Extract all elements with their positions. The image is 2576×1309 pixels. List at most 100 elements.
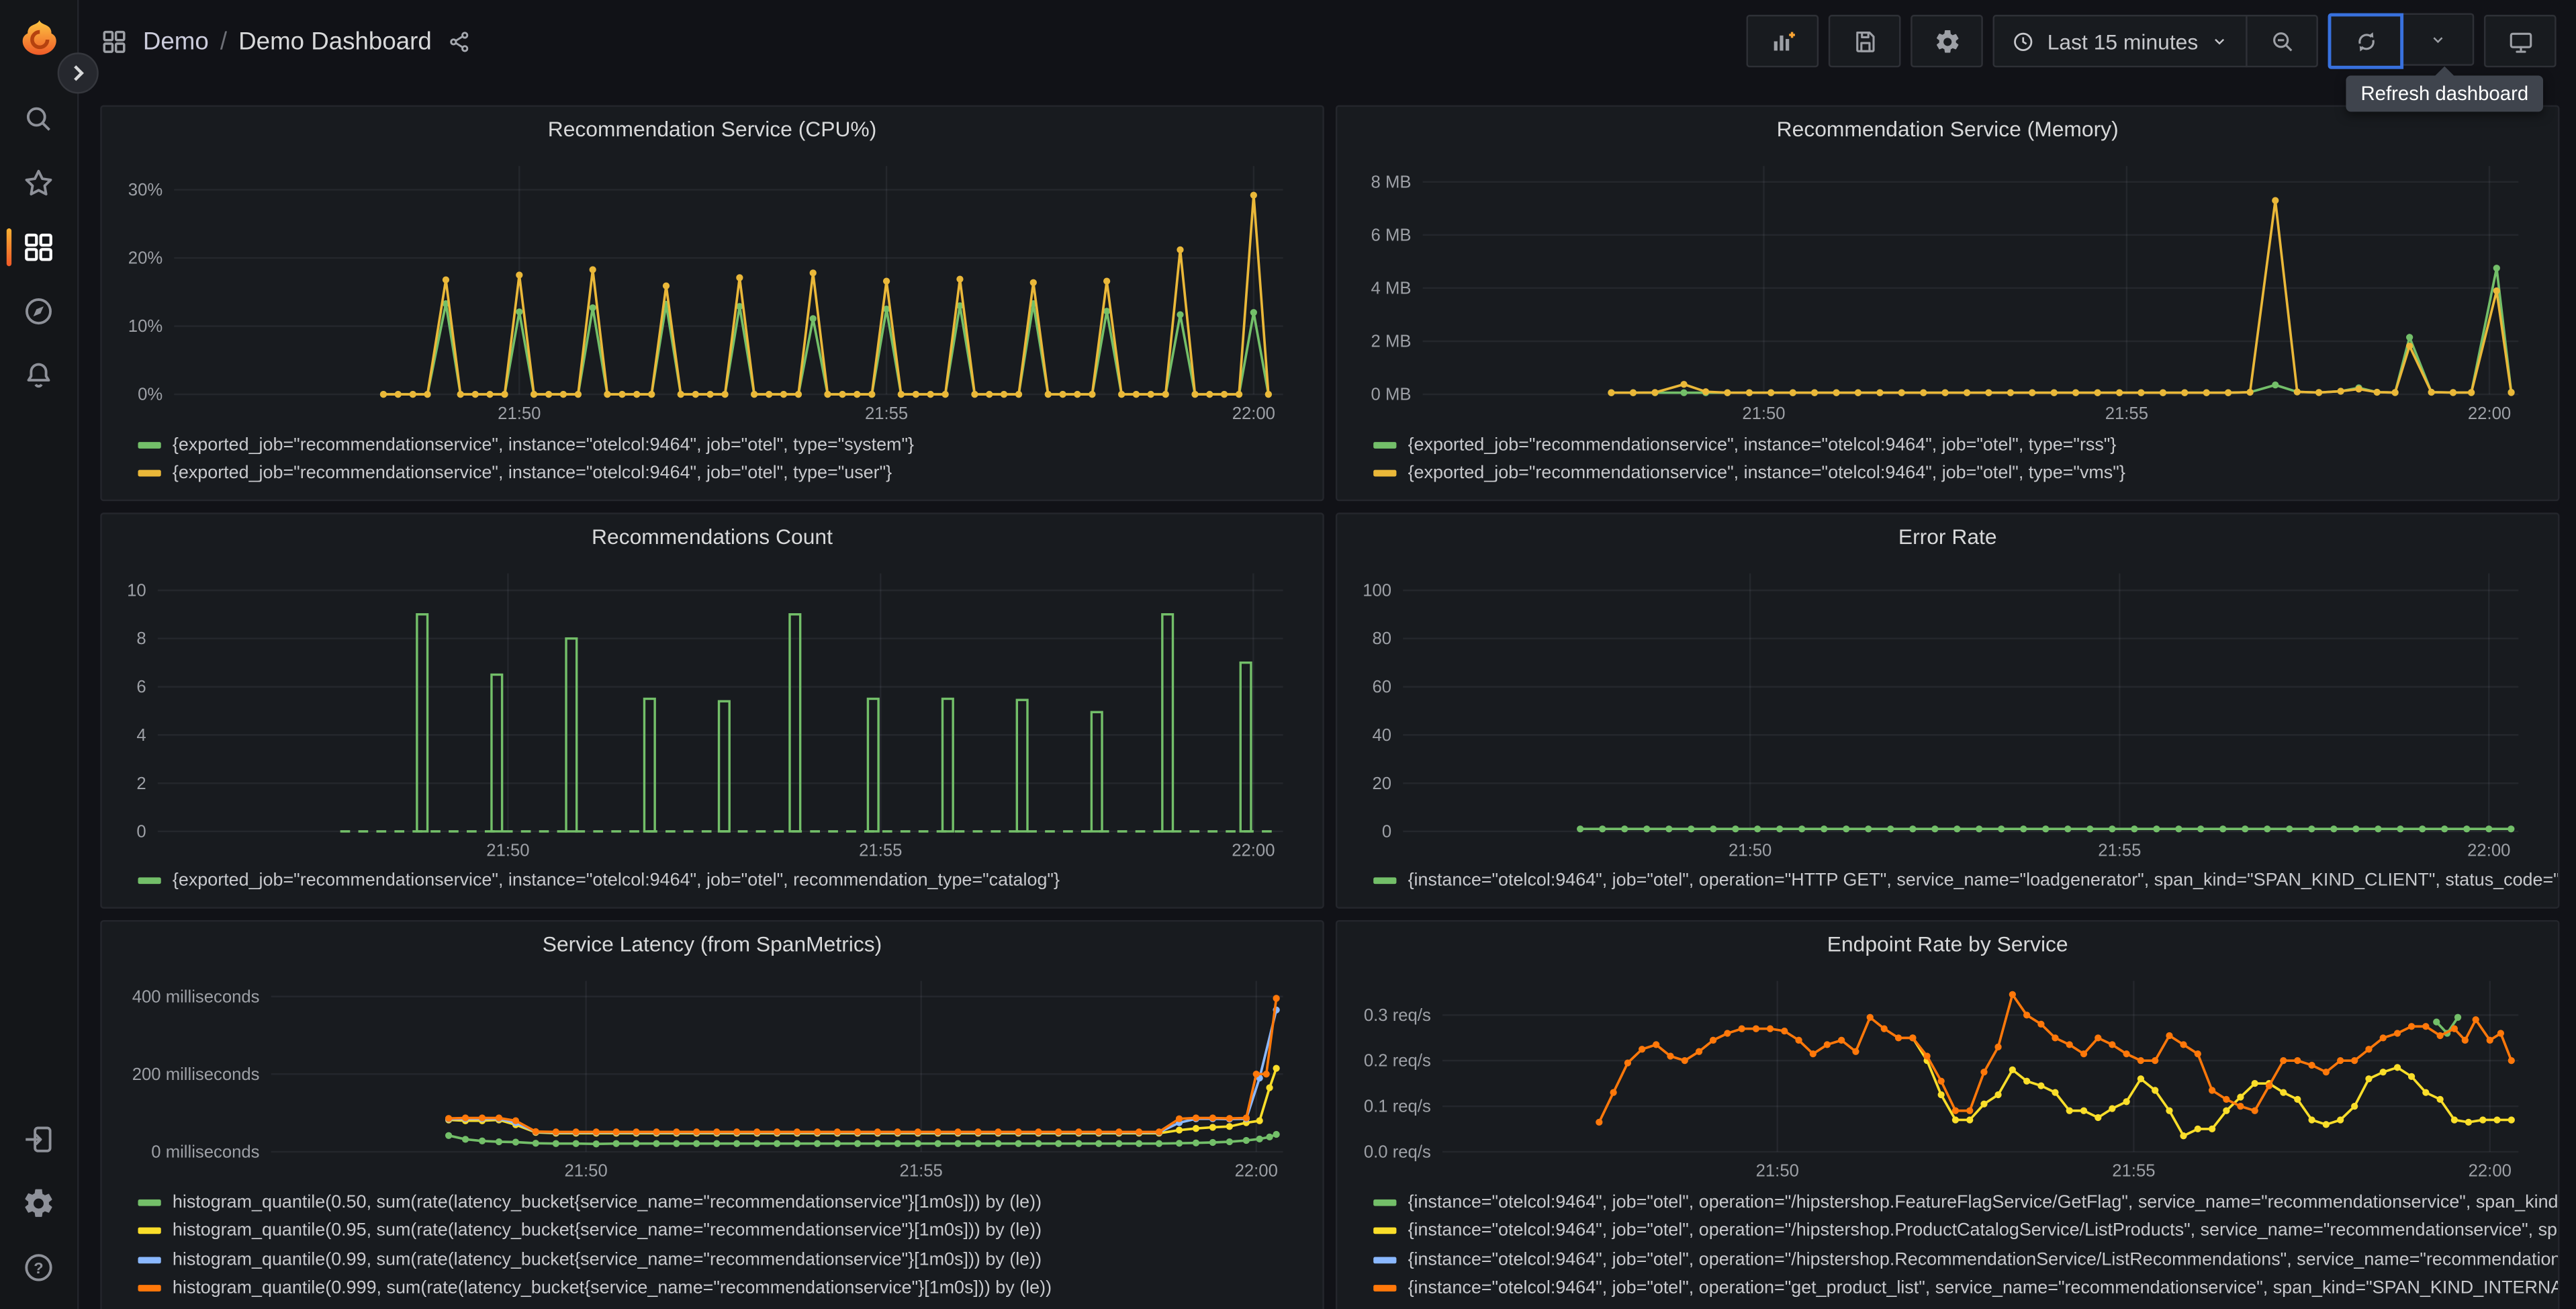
svg-text:21:55: 21:55 xyxy=(2112,1162,2155,1181)
svg-text:21:50: 21:50 xyxy=(1729,842,1772,860)
panel-memory: Recommendation Service (Memory) 21:50 21:… xyxy=(1335,105,2560,502)
legend-item[interactable]: {instance="otelcol:9464", job="otel", op… xyxy=(1373,1188,2558,1217)
recommendations-count-legend: {exported_job="recommendationservice", i… xyxy=(102,864,1323,907)
sidebar-expand-button[interactable] xyxy=(57,52,99,94)
svg-text:0 MB: 0 MB xyxy=(1371,386,1412,404)
error-rate-chart[interactable]: 21:50 21:55 22:00 0 20 40 60 80 100 xyxy=(1350,557,2545,863)
svg-text:0: 0 xyxy=(136,822,146,841)
legend-swatch xyxy=(138,1228,161,1234)
time-controls-group: Last 15 minutes xyxy=(1993,15,2318,68)
legend-item[interactable]: {exported_job="recommendationservice", i… xyxy=(1373,459,2544,488)
svg-text:21:50: 21:50 xyxy=(1742,404,1785,423)
legend-item[interactable]: histogram_quantile(0.95, sum(rate(latenc… xyxy=(138,1217,1309,1246)
svg-text:0.1 req/s: 0.1 req/s xyxy=(1364,1097,1431,1116)
service-latency-legend: histogram_quantile(0.50, sum(rate(latenc… xyxy=(102,1185,1323,1309)
legend-item[interactable]: {exported_job="recommendationservice", i… xyxy=(138,431,1309,459)
time-range-picker[interactable]: Last 15 minutes xyxy=(1993,15,2248,68)
breadcrumb-dashboard[interactable]: Demo Dashboard xyxy=(238,27,432,55)
legend-item[interactable]: {instance="otelcol:9464", job="otel", op… xyxy=(1373,1274,2558,1303)
svg-text:21:50: 21:50 xyxy=(1756,1162,1799,1181)
sidebar-item-starred[interactable] xyxy=(0,151,77,215)
panel-title[interactable]: Service Latency (from SpanMetrics) xyxy=(102,921,1323,964)
cycle-view-mode-button[interactable] xyxy=(2483,15,2557,68)
time-range-label: Last 15 minutes xyxy=(2047,28,2199,54)
panel-title[interactable]: Recommendation Service (CPU%) xyxy=(102,107,1323,150)
share-icon[interactable] xyxy=(447,29,471,54)
svg-text:100: 100 xyxy=(1363,582,1391,600)
save-dashboard-button[interactable] xyxy=(1829,15,1902,68)
dashboard-grid: Recommendation Service (CPU%) 21:50 21:55… xyxy=(79,82,2576,1309)
cpu-chart[interactable]: 21:50 21:55 22:00 0% 10% 20% 30% xyxy=(115,150,1309,427)
legend-item[interactable]: {instance="otelcol:9464", job="otel", op… xyxy=(1373,1245,2558,1274)
chart-svg: 21:50 21:55 22:00 0 20 40 60 80 100 xyxy=(1363,573,2519,860)
sidebar-item-explore[interactable] xyxy=(0,279,77,343)
dashboard-settings-button[interactable] xyxy=(1911,15,1984,68)
breadcrumb-separator: / xyxy=(220,27,228,55)
legend-item[interactable]: {exported_job="recommendationservice", i… xyxy=(138,459,1309,488)
memory-chart[interactable]: 21:50 21:55 22:00 0 MB 2 MB 4 MB 6 MB 8 MB xyxy=(1350,150,2545,427)
panel-title[interactable]: Recommendations Count xyxy=(102,514,1323,557)
refresh-tooltip: Refresh dashboard xyxy=(2346,66,2544,112)
legend-item[interactable]: histogram_quantile(0.99, sum(rate(latenc… xyxy=(138,1245,1309,1274)
sidebar-item-dashboards[interactable] xyxy=(0,215,77,279)
legend-item[interactable]: {exported_job="recommendationservice", i… xyxy=(1373,431,2544,459)
svg-text:400 milliseconds: 400 milliseconds xyxy=(132,987,260,1006)
dashboards-grid-icon xyxy=(100,27,128,55)
panel-title[interactable]: Recommendation Service (Memory) xyxy=(1337,107,2558,150)
svg-text:21:50: 21:50 xyxy=(498,404,541,423)
svg-text:22:00: 22:00 xyxy=(1232,404,1275,423)
refresh-interval-dropdown[interactable] xyxy=(2401,13,2475,66)
svg-text:21:50: 21:50 xyxy=(486,842,529,860)
grafana-app: ? Demo / Demo Dashboard Last 15 minutes … xyxy=(0,0,2576,1309)
svg-text:0 milliseconds: 0 milliseconds xyxy=(151,1142,259,1161)
svg-text:2 MB: 2 MB xyxy=(1371,332,1412,351)
svg-text:4: 4 xyxy=(136,726,146,745)
panel-title[interactable]: Endpoint Rate by Service xyxy=(1337,921,2558,964)
legend-item[interactable]: histogram_quantile(0.999, sum(rate(laten… xyxy=(138,1274,1309,1303)
svg-text:6 MB: 6 MB xyxy=(1371,226,1412,244)
legend-item[interactable]: histogram_quantile(0.50, sum(rate(latenc… xyxy=(138,1188,1309,1217)
svg-text:8 MB: 8 MB xyxy=(1371,173,1412,191)
legend-label: {instance="otelcol:9464", job="otel", op… xyxy=(1408,1278,2559,1299)
panel-title[interactable]: Error Rate xyxy=(1337,514,2558,557)
svg-text:22:00: 22:00 xyxy=(1235,1162,1278,1181)
endpoint-rate-legend: {instance="otelcol:9464", job="otel", op… xyxy=(1337,1185,2558,1309)
legend-label: histogram_quantile(0.50, sum(rate(latenc… xyxy=(172,1192,1042,1212)
error-rate-legend: {instance="otelcol:9464", job="otel", op… xyxy=(1337,864,2558,907)
chart-svg: 21:50 21:55 22:00 0 2 4 6 8 10 xyxy=(127,573,1283,860)
sidebar-item-alerting[interactable] xyxy=(0,343,77,407)
breadcrumb-folder[interactable]: Demo xyxy=(143,27,209,55)
panel-cpu: Recommendation Service (CPU%) 21:50 21:55… xyxy=(100,105,1324,502)
sidebar-item-search[interactable] xyxy=(0,87,77,151)
legend-label: {exported_job="recommendationservice", i… xyxy=(172,871,1060,891)
service-latency-chart[interactable]: 21:50 21:55 22:00 0 milliseconds 200 millise… xyxy=(115,964,1309,1185)
zoom-out-button[interactable] xyxy=(2246,15,2318,68)
sidebar-top-group xyxy=(0,87,77,408)
recommendations-count-chart[interactable]: 21:50 21:55 22:00 0 2 4 6 8 10 xyxy=(115,557,1309,863)
svg-text:0.2 req/s: 0.2 req/s xyxy=(1364,1052,1431,1071)
svg-text:21:55: 21:55 xyxy=(900,1162,943,1181)
svg-text:0: 0 xyxy=(1382,822,1391,841)
legend-item[interactable]: {exported_job="recommendationservice", i… xyxy=(138,866,1309,895)
endpoint-rate-chart[interactable]: 21:50 21:55 22:00 0.0 req/s 0.1 req/s 0.2 req… xyxy=(1350,964,2545,1185)
legend-item[interactable]: {instance="otelcol:9464", job="otel", op… xyxy=(1373,866,2558,895)
svg-text:21:55: 21:55 xyxy=(2098,842,2141,860)
grafana-logo-icon[interactable] xyxy=(17,18,60,61)
refresh-dashboard-button[interactable] xyxy=(2328,13,2404,69)
legend-swatch xyxy=(138,877,161,885)
dashboard-toolbar: Last 15 minutes xyxy=(1747,13,2557,69)
legend-swatch xyxy=(1373,1256,1397,1263)
sidebar-item-sign-in[interactable] xyxy=(0,1107,77,1171)
svg-text:0.3 req/s: 0.3 req/s xyxy=(1364,1006,1431,1025)
svg-text:10: 10 xyxy=(127,582,146,600)
legend-item[interactable]: {instance="otelcol:9464", job="otel", op… xyxy=(1373,1217,2558,1246)
memory-legend: {exported_job="recommendationservice", i… xyxy=(1337,427,2558,500)
panel-service-latency: Service Latency (from SpanMetrics) 21:50… xyxy=(100,919,1324,1309)
sidebar-item-help[interactable]: ? xyxy=(0,1234,77,1298)
sidebar-item-settings[interactable] xyxy=(0,1171,77,1234)
sidebar: ? xyxy=(0,0,99,1309)
add-panel-button[interactable] xyxy=(1747,15,1819,68)
breadcrumb: Demo / Demo Dashboard xyxy=(143,27,432,55)
legend-swatch xyxy=(1373,1228,1397,1234)
chart-svg: 21:50 21:55 22:00 0% 10% 20% 30% xyxy=(128,166,1283,423)
